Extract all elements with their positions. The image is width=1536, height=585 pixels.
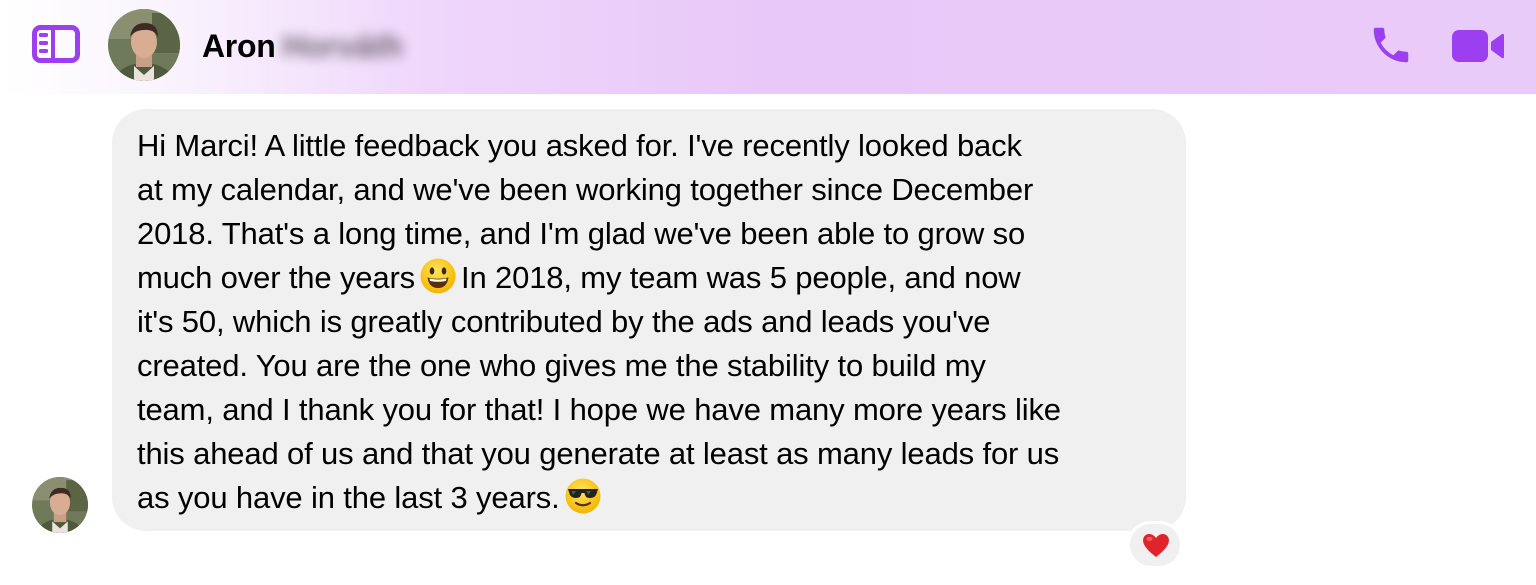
message-line: as you have in the last 3 years. [137, 476, 1177, 520]
sender-avatar[interactable] [32, 477, 88, 533]
contact-photo [108, 9, 180, 81]
message-line: this ahead of us and that you generate a… [137, 436, 1060, 471]
message-text: Hi Marci! A little feedback you asked fo… [137, 124, 1177, 520]
message-line: team, and I thank you for that! I hope w… [137, 392, 1061, 427]
chat-header: Aron Horváth [0, 0, 1536, 94]
phone-icon [1373, 27, 1409, 63]
sidebar-toggle-button[interactable] [32, 25, 80, 63]
message-line-part: as you have in the last 3 years. [137, 480, 560, 515]
contact-surname-blurred: Horváth [282, 28, 403, 64]
red-heart-icon [1143, 534, 1169, 557]
voice-call-button[interactable] [1368, 22, 1414, 68]
message-line: created. You are the one who gives me th… [137, 348, 986, 383]
heart-reaction-badge[interactable] [1127, 521, 1183, 569]
message-line: it's 50, which is greatly contributed by… [137, 304, 991, 339]
video-call-button[interactable] [1450, 28, 1506, 64]
message-line: at my calendar, and we've been working t… [137, 172, 1034, 207]
sender-photo [32, 477, 88, 533]
message-line-part: much over the years [137, 260, 415, 295]
sunglasses-face-icon [564, 477, 602, 515]
avatar[interactable] [108, 9, 180, 81]
sidebar-toggle-icon [32, 25, 80, 63]
video-camera-icon [1452, 30, 1504, 62]
message-line: 2018. That's a long time, and I'm glad w… [137, 216, 1026, 251]
smiling-face-icon [419, 257, 457, 295]
message-line: Hi Marci! A little feedback you asked fo… [137, 128, 1022, 163]
message-line-part: In 2018, my team was 5 people, and now [461, 260, 1021, 295]
message-line: much over the years In 2018, my team was … [137, 256, 1177, 300]
contact-name[interactable]: Aron [202, 28, 276, 64]
